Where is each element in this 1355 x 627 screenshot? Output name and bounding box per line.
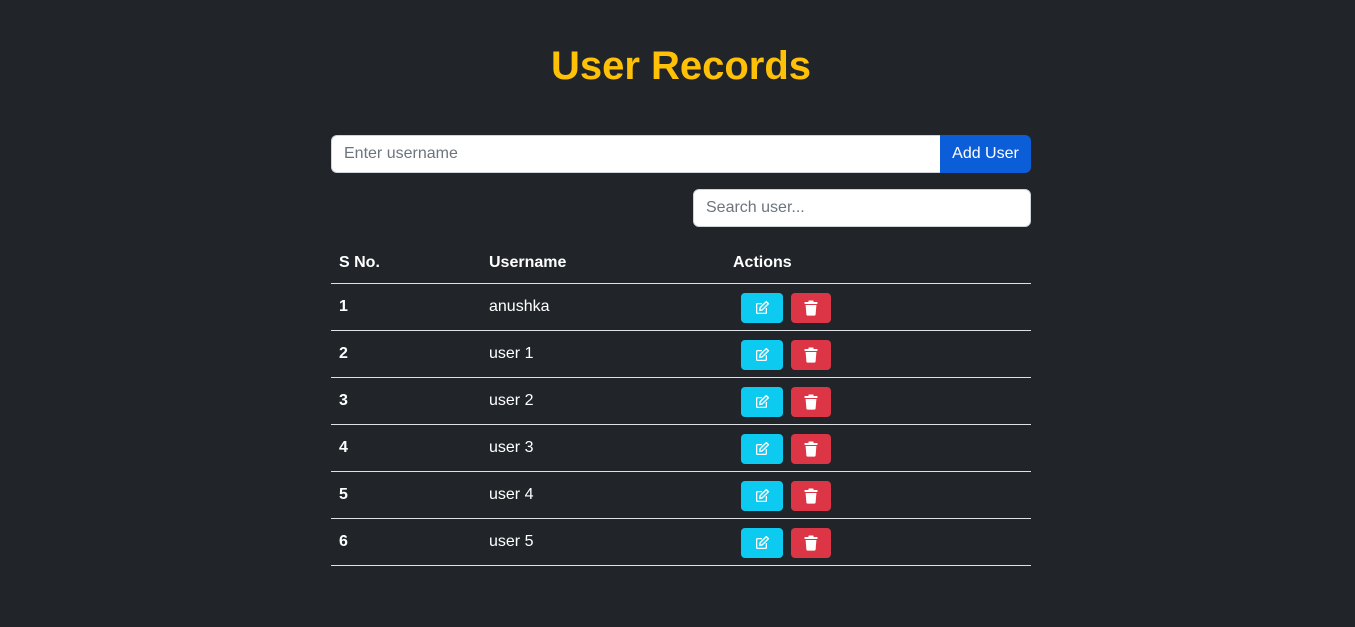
add-user-form: Add User xyxy=(331,135,1031,173)
edit-icon xyxy=(756,347,770,361)
row-username: user 4 xyxy=(481,471,725,519)
edit-button[interactable] xyxy=(741,340,783,370)
header-actions: Actions xyxy=(725,243,1031,284)
header-sno: S No. xyxy=(331,243,481,284)
trash-icon xyxy=(804,300,818,316)
table-header-row: S No. Username Actions xyxy=(331,243,1031,284)
table-body: 1 anushka 2 user 1 3 user 2 4 user 3 5 u… xyxy=(331,283,1031,566)
row-sno: 2 xyxy=(331,330,481,378)
edit-icon xyxy=(756,300,770,314)
delete-button[interactable] xyxy=(791,528,831,558)
edit-icon xyxy=(756,535,770,549)
actions-group xyxy=(733,479,1023,511)
edit-button[interactable] xyxy=(741,293,783,323)
table-row: 3 user 2 xyxy=(331,377,1031,425)
delete-button[interactable] xyxy=(791,481,831,511)
trash-icon xyxy=(804,488,818,504)
row-sno: 1 xyxy=(331,283,481,331)
trash-icon xyxy=(804,535,818,551)
trash-icon xyxy=(804,441,818,457)
edit-icon xyxy=(756,394,770,408)
username-input[interactable] xyxy=(331,135,940,173)
row-username: user 5 xyxy=(481,518,725,566)
row-actions xyxy=(725,330,1031,378)
edit-button[interactable] xyxy=(741,528,783,558)
table-header: S No. Username Actions xyxy=(331,243,1031,284)
row-actions xyxy=(725,377,1031,425)
actions-group xyxy=(733,291,1023,323)
row-actions xyxy=(725,471,1031,519)
header-username: Username xyxy=(481,243,725,284)
page-title: User Records xyxy=(550,44,812,88)
trash-icon xyxy=(804,347,818,363)
table-row: 6 user 5 xyxy=(331,518,1031,566)
row-sno: 5 xyxy=(331,471,481,519)
row-sno: 6 xyxy=(331,518,481,566)
table-row: 5 user 4 xyxy=(331,471,1031,519)
delete-button[interactable] xyxy=(791,340,831,370)
table-row: 1 anushka xyxy=(331,283,1031,331)
app-root: User Records Add User S No. Username Act… xyxy=(0,0,1355,627)
row-actions xyxy=(725,283,1031,331)
edit-icon xyxy=(756,441,770,455)
row-username: user 3 xyxy=(481,424,725,472)
add-user-button[interactable]: Add User xyxy=(940,135,1031,173)
row-actions xyxy=(725,424,1031,472)
edit-button[interactable] xyxy=(741,434,783,464)
trash-icon xyxy=(804,394,818,410)
actions-group xyxy=(733,338,1023,370)
row-username: user 1 xyxy=(481,330,725,378)
row-username: anushka xyxy=(481,283,725,331)
delete-button[interactable] xyxy=(791,434,831,464)
table-row: 2 user 1 xyxy=(331,330,1031,378)
table-row: 4 user 3 xyxy=(331,424,1031,472)
delete-button[interactable] xyxy=(791,293,831,323)
actions-group xyxy=(733,385,1023,417)
row-username: user 2 xyxy=(481,377,725,425)
edit-icon xyxy=(756,488,770,502)
row-actions xyxy=(725,518,1031,566)
edit-button[interactable] xyxy=(741,387,783,417)
row-sno: 3 xyxy=(331,377,481,425)
actions-group xyxy=(733,432,1023,464)
users-table: S No. Username Actions 1 anushka 2 user … xyxy=(331,243,1031,566)
row-sno: 4 xyxy=(331,424,481,472)
edit-button[interactable] xyxy=(741,481,783,511)
actions-group xyxy=(733,526,1023,558)
delete-button[interactable] xyxy=(791,387,831,417)
search-input[interactable] xyxy=(693,189,1031,227)
